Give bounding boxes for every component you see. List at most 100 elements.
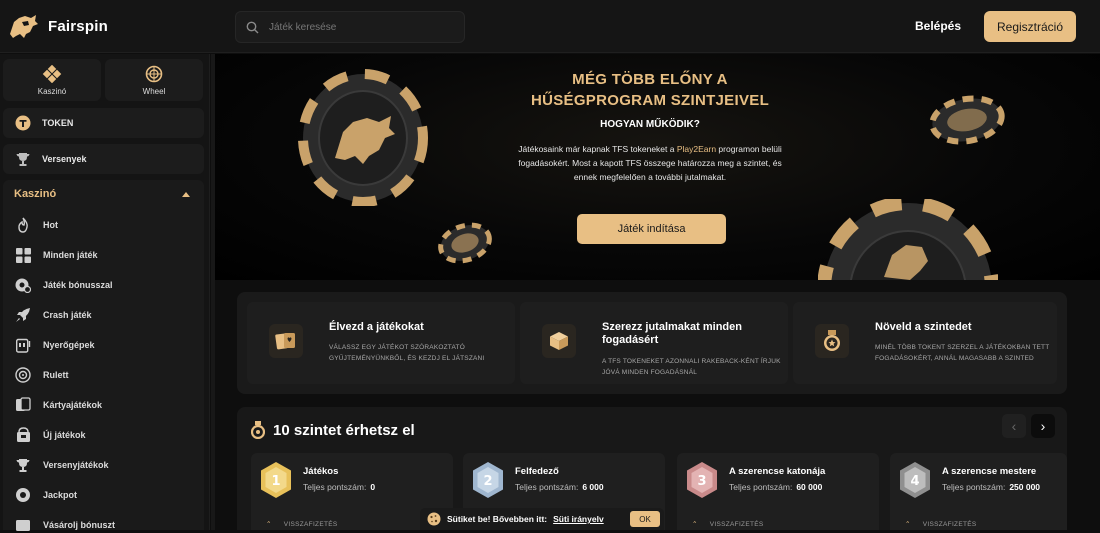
sidebar-tile-label: Wheel [142, 86, 166, 96]
chevron-up-icon[interactable] [182, 192, 190, 197]
level-name: Játékos [303, 466, 339, 477]
points-label: Teljes pontszám: [303, 482, 367, 492]
points-value: 0 [370, 482, 376, 492]
chevron-up-double-icon: ⌃ [692, 521, 698, 528]
level-footer: ⌃ VISSZAFIZETÉS [905, 520, 977, 529]
banner-subtitle: HOGYAN MŰKÖDIK? [600, 119, 700, 130]
sidebar-item-roulette[interactable]: Rulett [15, 367, 69, 383]
sidebar-item-slots[interactable]: Nyerőgépek [15, 337, 95, 353]
buy-bonus-icon [15, 517, 31, 533]
sidebar-item-hot[interactable]: Hot [15, 217, 58, 233]
feature-description: A TFS tokeneket azonnali rakeback-ként í… [602, 358, 781, 376]
sidebar-item-buy-bonus[interactable]: Vásárolj bónuszt [15, 517, 115, 533]
points-label: Teljes pontszám: [729, 482, 793, 492]
sidebar-tile-wheel[interactable]: Wheel [105, 59, 203, 101]
sidebar-item-crash-games[interactable]: Crash játék [15, 307, 92, 323]
sidebar-item-label: Minden játék [43, 250, 98, 260]
token-icon [15, 115, 31, 131]
sidebar-item-label: Vásárolj bónuszt [43, 520, 116, 530]
chevron-right-icon: › [1040, 418, 1046, 434]
feature-card: Növeld a szintedet Minél több tokent sze… [793, 302, 1057, 384]
sidebar-item-label: Versenyjátékok [43, 460, 109, 470]
cookie-policy-link[interactable]: Süti irányelv [553, 514, 604, 524]
points-value: 60 000 [796, 482, 823, 492]
level-points: Teljes pontszám: 250 000 [942, 482, 1040, 492]
features-panel: Élvezd a játékokat Válassz egy játékot s… [237, 292, 1067, 394]
diamond-cluster-icon [42, 64, 62, 83]
chevron-up-double-icon: ⌃ [905, 521, 911, 528]
feature-title: Élvezd a játékokat [329, 321, 424, 333]
level-card[interactable]: 4 A szerencse mestere Teljes pontszám: 25… [890, 453, 1067, 530]
cards-icon [15, 397, 31, 413]
trophy-icon [15, 457, 31, 473]
sidebar-item-card-games[interactable]: Kártyajátékok [15, 397, 102, 413]
sidebar-item-bonus-games[interactable]: Játék bónusszal [15, 277, 113, 293]
level-name: Felfedező [515, 466, 559, 477]
search-input[interactable] [269, 21, 449, 33]
sidebar-item-label: Játék bónusszal [43, 280, 113, 290]
cookie-banner: Sütiket be! Bővebben itt: Süti irányelv … [420, 508, 664, 530]
level-points: Teljes pontszám: 60 000 [729, 482, 822, 492]
level-badge-icon: 1 [261, 462, 291, 498]
brand-logo[interactable]: Fairspin [8, 12, 108, 40]
feature-description: Minél több tokent szerzel a játékokban t… [875, 344, 1050, 362]
slot-machine-icon [15, 337, 31, 353]
sidebar-item-label: Nyerőgépek [43, 340, 95, 350]
levels-header: 10 szintet érhetsz el [251, 421, 415, 439]
sidebar-item-all-games[interactable]: Minden játék [15, 247, 98, 263]
level-number: 3 [697, 474, 706, 489]
loyalty-banner: MÉG TÖBB ELŐNY A HŰSÉGPROGRAM SZINTJEIVE… [215, 54, 1100, 280]
sidebar-item-label: Jackpot [43, 490, 78, 500]
level-footer: ⌃ VISSZAFIZETÉS [692, 520, 764, 529]
trophy-icon [16, 153, 30, 166]
rakeback-label: VISSZAFIZETÉS [283, 520, 338, 528]
sidebar-item-label: TOKEN [42, 118, 74, 128]
cookie-ok-button[interactable]: OK [630, 511, 660, 527]
top-header: Fairspin Belépés Regisztráció [0, 0, 1100, 53]
rocket-icon [15, 307, 31, 323]
casino-section: Kaszinó Hot Minden játék Játék bónusszal… [3, 180, 204, 533]
level-badge-icon: 3 [687, 462, 717, 498]
sidebar-item-tournaments[interactable]: Versenyek [3, 144, 204, 174]
grid-icon [15, 247, 31, 263]
flame-icon [15, 217, 31, 233]
sidebar-item-jackpot[interactable]: Jackpot [15, 487, 77, 503]
sidebar-item-label: Versenyek [42, 154, 87, 164]
feature-card: Szerezz jutalmakat minden fogadásért A T… [520, 302, 788, 384]
sidebar-item-label: Kártyajátékok [43, 400, 103, 410]
banner-title-line: MÉG TÖBB ELŐNY A [572, 71, 728, 88]
level-name: A szerencse mestere [942, 466, 1037, 477]
level-points: Teljes pontszám: 0 [303, 482, 375, 492]
play2earn-link[interactable]: Play2Earn [677, 144, 716, 154]
register-button[interactable]: Regisztráció [984, 11, 1076, 42]
medal-icon [251, 421, 265, 439]
brand-name: Fairspin [48, 17, 108, 35]
wheel-icon [145, 65, 163, 82]
sidebar-tile-casino[interactable]: Kaszinó [3, 59, 101, 101]
sidebar-tile-label: Kaszinó [37, 86, 67, 96]
level-number: 2 [483, 474, 492, 489]
points-label: Teljes pontszám: [515, 482, 579, 492]
cookie-icon [427, 512, 441, 526]
sidebar-item-token[interactable]: TOKEN [3, 108, 204, 138]
prev-arrow-button[interactable]: ‹ [1002, 414, 1026, 438]
start-game-button[interactable]: Játék indítása [577, 214, 726, 244]
jackpot-icon [15, 487, 31, 503]
sidebar-item-new-games[interactable]: Új játékok [15, 427, 86, 443]
level-badge-icon: 2 [473, 462, 503, 498]
chevron-up-double-icon: ⌃ [266, 521, 272, 528]
sidebar-tiles: Kaszinó Wheel [3, 59, 203, 101]
search-box[interactable] [235, 11, 465, 43]
level-card[interactable]: 3 A szerencse katonája Teljes pontszám: 6… [677, 453, 879, 530]
level-number: 1 [271, 474, 280, 489]
bonus-chip-icon [15, 277, 31, 293]
chevron-left-icon: ‹ [1011, 418, 1017, 434]
casino-chip-illustration [929, 95, 1005, 145]
banner-text: Játékosaink már kapnak TFS tokeneket a [518, 144, 677, 154]
next-arrow-button[interactable]: › [1031, 414, 1055, 438]
sidebar-item-tournament-games[interactable]: Versenyjátékok [15, 457, 109, 473]
casino-section-title[interactable]: Kaszinó [14, 188, 56, 200]
level-badge-icon: 4 [900, 462, 930, 498]
banner-description: Játékosaink már kapnak TFS tokeneket a P… [515, 142, 785, 184]
login-button[interactable]: Belépés [915, 19, 961, 33]
